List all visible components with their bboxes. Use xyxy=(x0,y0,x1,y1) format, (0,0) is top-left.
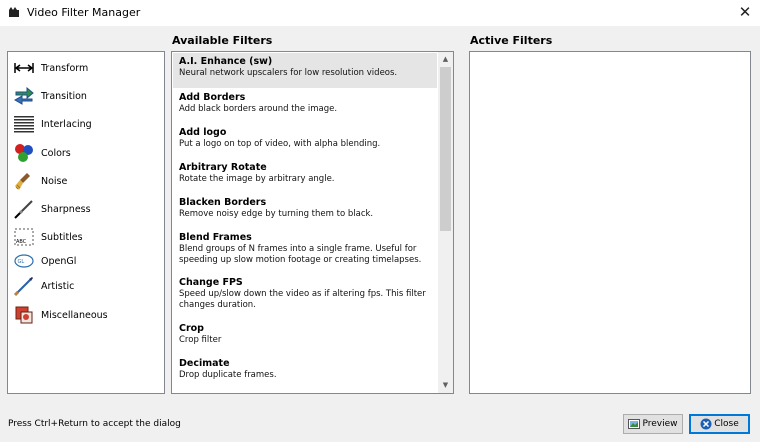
category-transform[interactable]: Transform xyxy=(14,57,162,79)
category-colors[interactable]: Colors xyxy=(14,142,162,164)
preview-label: Preview xyxy=(642,419,678,429)
filter-item[interactable]: A.I. Enhance (sw) Neural network upscale… xyxy=(173,53,437,88)
scroll-down-button[interactable]: ▼ xyxy=(438,378,453,393)
category-opengl[interactable]: GL OpenGl xyxy=(14,250,162,272)
filter-name: A.I. Enhance (sw) xyxy=(179,56,273,67)
filter-name: Blacken Borders xyxy=(179,197,267,208)
category-label: Subtitles xyxy=(41,231,83,243)
category-sharpness[interactable]: Sharpness xyxy=(14,198,162,220)
category-label: OpenGl xyxy=(41,255,77,267)
active-filters-heading: Active Filters xyxy=(470,34,553,47)
filter-item[interactable]: Change FPS Speed up/slow down the video … xyxy=(173,274,437,311)
category-label: Interlacing xyxy=(41,118,92,130)
category-artistic[interactable]: Artistic xyxy=(14,275,162,297)
svg-text:ABC: ABC xyxy=(16,239,27,245)
filter-description: changes duration. xyxy=(179,300,256,310)
filter-description: speeding up slow motion footage or creat… xyxy=(179,255,422,265)
filter-item[interactable]: Blend Frames Blend groups of N frames in… xyxy=(173,229,437,266)
scroll-up-button[interactable]: ▲ xyxy=(438,52,453,67)
preview-button[interactable]: Preview xyxy=(623,414,683,434)
opengl-icon: GL xyxy=(14,251,34,271)
filter-name: Arbitrary Rotate xyxy=(179,162,267,173)
transform-icon xyxy=(14,58,34,78)
window-title: Video Filter Manager xyxy=(27,6,141,19)
interlacing-icon xyxy=(14,114,34,134)
filter-description: Put a logo on top of video, with alpha b… xyxy=(179,139,381,149)
filter-description: Drop duplicate frames. xyxy=(179,370,277,380)
close-circle-icon xyxy=(700,418,712,430)
app-clapperboard-icon xyxy=(9,7,19,17)
category-label: Noise xyxy=(41,175,68,187)
category-label: Miscellaneous xyxy=(41,309,108,321)
close-label: Close xyxy=(714,419,739,429)
filter-description: Remove noisy edge by turning them to bla… xyxy=(179,209,374,219)
available-filters-heading: Available Filters xyxy=(172,34,273,47)
filter-name: Crop xyxy=(179,323,204,334)
filter-name: Add Borders xyxy=(179,92,246,103)
filter-name: Change FPS xyxy=(179,277,243,288)
filter-item[interactable]: Blacken Borders Remove noisy edge by tur… xyxy=(173,194,437,220)
filters-scrollbar[interactable]: ▲ ▼ xyxy=(438,52,453,393)
available-filters-list: A.I. Enhance (sw) Neural network upscale… xyxy=(171,51,454,394)
filter-item[interactable]: Add Borders Add black borders around the… xyxy=(173,89,437,115)
filter-description: Add black borders around the image. xyxy=(179,104,338,114)
filter-item[interactable]: Add logo Put a logo on top of video, wit… xyxy=(173,124,437,150)
filter-description: Blend groups of N frames into a single f… xyxy=(179,244,417,254)
category-label: Colors xyxy=(41,147,71,159)
filter-description: Crop filter xyxy=(179,335,222,345)
category-label: Transition xyxy=(41,90,87,102)
filter-description: Rotate the image by arbitrary angle. xyxy=(179,174,335,184)
noise-icon xyxy=(14,171,34,191)
transition-icon xyxy=(14,86,34,106)
category-transition[interactable]: Transition xyxy=(14,85,162,107)
filter-item[interactable]: Crop Crop filter xyxy=(173,320,437,346)
window-close-button[interactable]: ✕ xyxy=(734,2,756,22)
subtitles-icon: ABC xyxy=(14,227,34,247)
category-subtitles[interactable]: ABC Subtitles xyxy=(14,226,162,248)
category-label: Artistic xyxy=(41,280,75,292)
category-label: Sharpness xyxy=(41,203,91,215)
filter-item[interactable]: Arbitrary Rotate Rotate the image by arb… xyxy=(173,159,437,185)
filter-name: Add logo xyxy=(179,127,227,138)
category-label: Transform xyxy=(41,62,89,74)
close-button[interactable]: Close xyxy=(689,414,750,434)
category-miscellaneous[interactable]: Miscellaneous xyxy=(14,304,162,326)
filter-name: Blend Frames xyxy=(179,232,252,243)
filter-item[interactable]: Decimate Drop duplicate frames. xyxy=(173,355,437,381)
filter-description: Speed up/slow down the video as if alter… xyxy=(179,289,426,299)
filter-description: Neural network upscalers for low resolut… xyxy=(179,68,398,78)
title-bar: Video Filter Manager ✕ xyxy=(0,0,760,26)
artistic-icon xyxy=(14,276,34,296)
sharpness-icon xyxy=(14,199,34,219)
filter-name: Decimate xyxy=(179,358,230,369)
scroll-thumb[interactable] xyxy=(440,67,451,231)
category-list: Transform Transition Interlacing Colors … xyxy=(7,51,165,394)
category-interlacing[interactable]: Interlacing xyxy=(14,113,162,135)
category-noise[interactable]: Noise xyxy=(14,170,162,192)
active-filters-list[interactable] xyxy=(469,51,751,394)
svg-text:GL: GL xyxy=(18,259,25,265)
colors-icon xyxy=(14,143,34,163)
preview-icon xyxy=(628,418,641,430)
status-hint: Press Ctrl+Return to accept the dialog xyxy=(8,419,181,429)
miscellaneous-icon xyxy=(14,305,34,325)
